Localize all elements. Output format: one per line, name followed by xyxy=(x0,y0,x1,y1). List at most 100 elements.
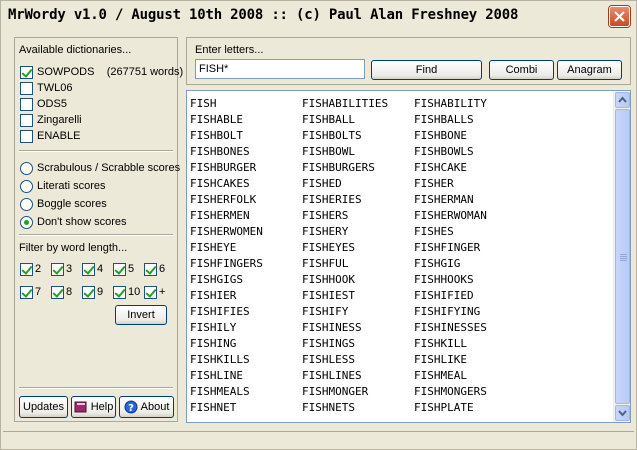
result-word[interactable]: FISHES xyxy=(414,224,526,240)
result-word[interactable]: FISHEYES xyxy=(302,240,414,256)
result-word[interactable]: FISHERY xyxy=(302,224,414,240)
length-checkbox-3[interactable]: 3 xyxy=(51,262,72,276)
result-word[interactable]: FISHBOLTS xyxy=(302,128,414,144)
result-word[interactable]: FISHCAKE xyxy=(414,160,526,176)
dict-checkbox-enable[interactable]: ENABLE xyxy=(20,129,80,143)
checkbox[interactable] xyxy=(113,285,126,299)
results-list[interactable]: FISH FISHABILITIES FISHABILITY FISHABLE FISH… xyxy=(186,90,631,423)
result-word[interactable]: FISHINGS xyxy=(302,336,414,352)
result-word[interactable]: FISHEYE xyxy=(190,240,302,256)
result-word[interactable]: FISHMEALS xyxy=(190,384,302,400)
result-word[interactable]: FISHBOWLS xyxy=(414,144,526,160)
result-word[interactable]: FISHIEST xyxy=(302,288,414,304)
radio-button[interactable] xyxy=(20,197,33,211)
checkbox[interactable] xyxy=(82,262,95,276)
scroll-up-button[interactable] xyxy=(615,92,630,108)
dict-checkbox-twl06[interactable]: TWL06 xyxy=(20,81,72,95)
result-word[interactable]: FISHPLATE xyxy=(414,400,526,416)
combi-button[interactable]: Combi xyxy=(489,60,554,80)
radio-button[interactable] xyxy=(20,161,33,175)
checkbox[interactable] xyxy=(82,285,95,299)
result-word[interactable]: FISHINESS xyxy=(302,320,414,336)
result-word[interactable]: FISHBONE xyxy=(414,128,526,144)
result-word[interactable]: FISHLINES xyxy=(302,368,414,384)
result-word[interactable]: FISHABILITY xyxy=(414,96,526,112)
radio-button[interactable] xyxy=(20,179,33,193)
checkbox[interactable] xyxy=(51,262,64,276)
length-checkbox-7[interactable]: 7 xyxy=(20,285,41,299)
checkbox[interactable] xyxy=(20,262,33,276)
dict-checkbox-zingarelli[interactable]: Zingarelli xyxy=(20,113,82,127)
radio-button[interactable] xyxy=(20,215,33,229)
length-checkbox-9[interactable]: 9 xyxy=(82,285,103,299)
checkbox[interactable] xyxy=(144,285,157,299)
updates-button[interactable]: Updates xyxy=(19,396,68,418)
checkbox[interactable] xyxy=(20,65,33,79)
checkbox[interactable] xyxy=(20,97,33,111)
result-word[interactable]: FISHERWOMEN xyxy=(190,224,302,240)
result-word[interactable]: FISHGIG xyxy=(414,256,526,272)
result-word[interactable]: FISHERMAN xyxy=(414,192,526,208)
checkbox[interactable] xyxy=(144,262,157,276)
about-button[interactable]: ? About xyxy=(119,396,174,418)
result-word[interactable]: FISHMEAL xyxy=(414,368,526,384)
results-scrollbar[interactable] xyxy=(613,91,630,422)
radio-boggle-scores[interactable]: Boggle scores xyxy=(20,197,107,211)
result-word[interactable]: FISHBONES xyxy=(190,144,302,160)
result-word[interactable]: FISH xyxy=(190,96,302,112)
dict-checkbox-ods5[interactable]: ODS5 xyxy=(20,97,67,111)
result-word[interactable]: FISHINESSES xyxy=(414,320,526,336)
dict-checkbox-sowpods[interactable]: SOWPODS (267751 words) xyxy=(20,65,183,79)
result-word[interactable]: FISHNETS xyxy=(302,400,414,416)
result-word[interactable]: FISHIFY xyxy=(302,304,414,320)
result-word[interactable]: FISHFINGERS xyxy=(190,256,302,272)
result-word[interactable]: FISHERMEN xyxy=(190,208,302,224)
result-word[interactable]: FISHBOLT xyxy=(190,128,302,144)
result-word[interactable]: FISHHOOK xyxy=(302,272,414,288)
find-button[interactable]: Find xyxy=(371,60,482,80)
result-word[interactable]: FISHGIGS xyxy=(190,272,302,288)
result-word[interactable]: FISHERIES xyxy=(302,192,414,208)
result-word[interactable]: FISHBOWL xyxy=(302,144,414,160)
result-word[interactable]: FISHIFIES xyxy=(190,304,302,320)
result-word[interactable]: FISHIFYING xyxy=(414,304,526,320)
result-word[interactable]: FISHED xyxy=(302,176,414,192)
result-word[interactable]: FISHFUL xyxy=(302,256,414,272)
result-word[interactable]: FISHBURGERS xyxy=(302,160,414,176)
radio-literati-scores[interactable]: Literati scores xyxy=(20,179,105,193)
result-word[interactable]: FISHFINGER xyxy=(414,240,526,256)
checkbox[interactable] xyxy=(113,262,126,276)
checkbox[interactable] xyxy=(20,285,33,299)
result-word[interactable]: FISHBALL xyxy=(302,112,414,128)
length-checkbox-plus[interactable]: + xyxy=(144,285,165,299)
result-word[interactable]: FISHNET xyxy=(190,400,302,416)
result-word[interactable]: FISHIER xyxy=(190,288,302,304)
close-button[interactable] xyxy=(609,6,630,27)
result-word[interactable]: FISHMONGERS xyxy=(414,384,526,400)
result-word[interactable]: FISHBURGER xyxy=(190,160,302,176)
letters-input[interactable]: FISH* xyxy=(195,59,365,79)
help-button[interactable]: Help xyxy=(71,396,116,418)
length-checkbox-5[interactable]: 5 xyxy=(113,262,134,276)
checkbox[interactable] xyxy=(51,285,64,299)
scroll-thumb[interactable] xyxy=(615,109,630,404)
result-word[interactable]: FISHMONGER xyxy=(302,384,414,400)
result-word[interactable]: FISHERFOLK xyxy=(190,192,302,208)
length-checkbox-2[interactable]: 2 xyxy=(20,262,41,276)
result-word[interactable]: FISHABLE xyxy=(190,112,302,128)
result-word[interactable]: FISHLESS xyxy=(302,352,414,368)
anagram-button[interactable]: Anagram xyxy=(557,60,622,80)
result-word[interactable]: FISHERS xyxy=(302,208,414,224)
invert-button[interactable]: Invert xyxy=(115,305,167,325)
length-checkbox-6[interactable]: 6 xyxy=(144,262,165,276)
radio-no-scores[interactable]: Don't show scores xyxy=(20,215,127,229)
length-checkbox-10[interactable]: 10 xyxy=(113,285,140,299)
result-word[interactable]: FISHERWOMAN xyxy=(414,208,526,224)
result-word[interactable]: FISHCAKES xyxy=(190,176,302,192)
result-word[interactable]: FISHLINE xyxy=(190,368,302,384)
result-word[interactable]: FISHER xyxy=(414,176,526,192)
checkbox[interactable] xyxy=(20,113,33,127)
scroll-down-button[interactable] xyxy=(615,405,630,421)
checkbox[interactable] xyxy=(20,81,33,95)
result-word[interactable]: FISHILY xyxy=(190,320,302,336)
